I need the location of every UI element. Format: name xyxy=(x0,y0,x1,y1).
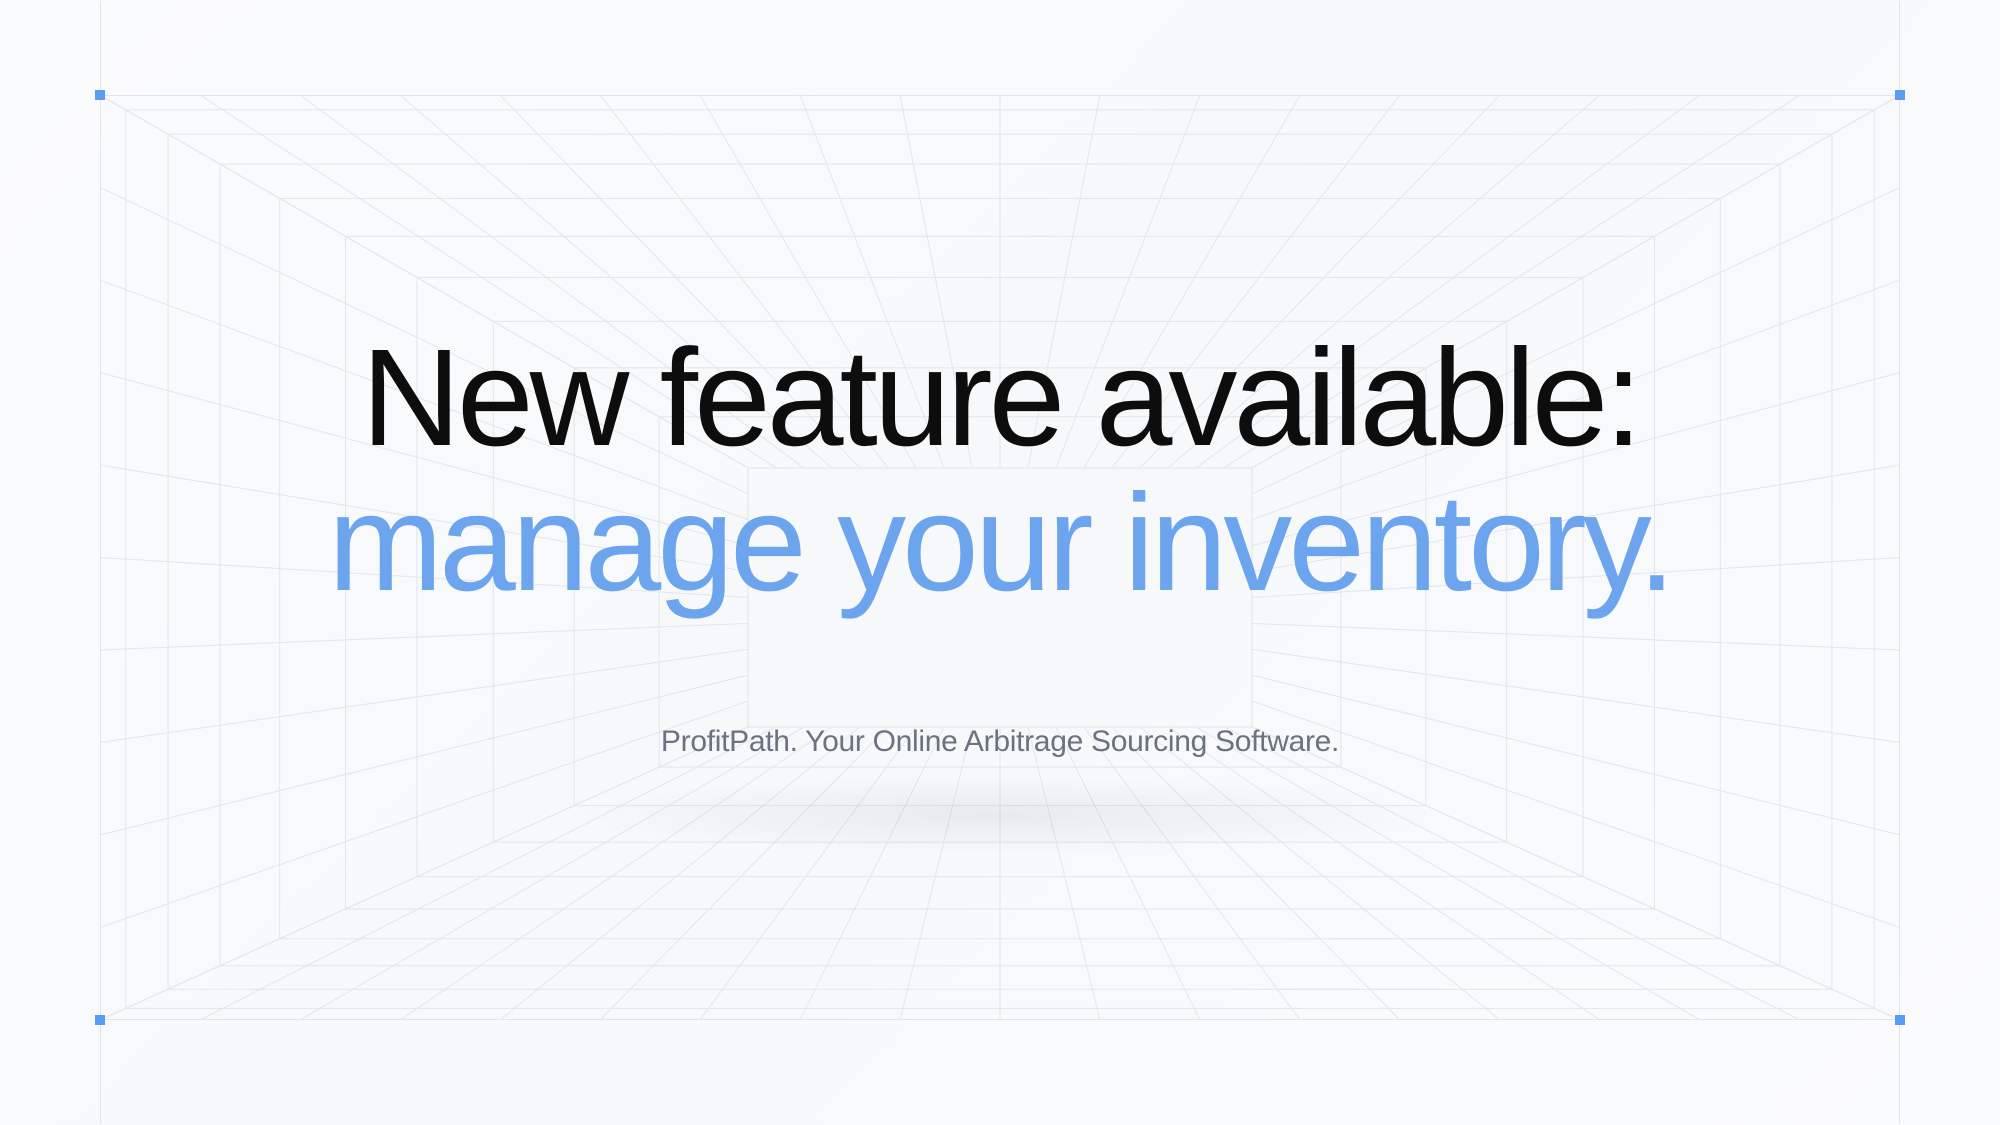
corner-handle-bottom-left xyxy=(95,1015,105,1025)
subtitle: ProfitPath. Your Online Arbitrage Sourci… xyxy=(661,725,1339,759)
corner-handle-top-left xyxy=(95,90,105,100)
corner-handle-bottom-right xyxy=(1895,1015,1905,1025)
headline: New feature available: manage your inven… xyxy=(300,326,1700,616)
corner-handle-top-right xyxy=(1895,90,1905,100)
headline-part1: New feature available: xyxy=(361,321,1638,475)
headline-highlight: manage your inventory. xyxy=(328,466,1672,620)
main-content: New feature available: manage your inven… xyxy=(0,0,2000,1125)
